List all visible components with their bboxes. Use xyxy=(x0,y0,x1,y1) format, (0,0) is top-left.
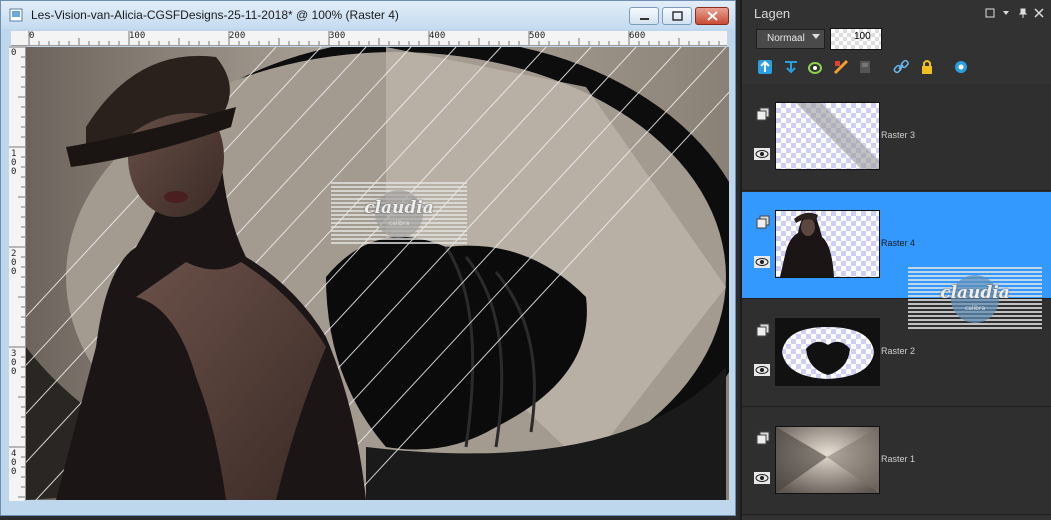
vertical-ruler: 0 1 0 0 2 0 0 3 0 0 4 0 0 xyxy=(9,46,26,501)
raster-layer-icon xyxy=(756,323,770,337)
ruler-label: 100 xyxy=(129,31,146,41)
window-titlebar[interactable]: Les-Vision-van-Alicia-CGSFDesigns-25-11-… xyxy=(1,1,735,29)
visibility-eye-icon[interactable] xyxy=(754,148,770,160)
layer-name: Raster 1 xyxy=(881,454,916,464)
close-icon xyxy=(707,11,718,21)
layer-name: Raster 4 xyxy=(881,238,916,248)
layer-row-raster-1[interactable]: Raster 1 xyxy=(742,408,1051,515)
watermark-text: claudia xyxy=(940,283,1010,303)
properties-icon[interactable] xyxy=(952,58,970,76)
float-panel-icon[interactable] xyxy=(985,8,995,18)
minimize-icon xyxy=(640,18,649,20)
watermark-subtext: calibra xyxy=(388,220,410,227)
layer-thumbnail xyxy=(775,102,880,170)
artwork xyxy=(26,47,729,500)
maximize-button[interactable] xyxy=(662,7,692,25)
ruler-label: 2 0 0 xyxy=(11,249,17,277)
chevron-down-icon xyxy=(812,34,820,39)
dropdown-icon[interactable] xyxy=(1001,8,1011,18)
layer-thumbnail xyxy=(775,426,880,494)
raster-layer-icon xyxy=(756,107,770,121)
horizontal-ruler: 0 100 200 300 400 500 600 xyxy=(11,31,727,46)
layers-panel: Lagen Normaal 100 Raster 3 Raster 4 Rast… xyxy=(740,0,1051,520)
minimize-button[interactable] xyxy=(629,7,659,25)
opacity-field[interactable]: 100 xyxy=(830,28,882,50)
mask-layer-icon[interactable] xyxy=(806,58,824,76)
layer-thumbnail xyxy=(775,318,880,386)
ruler-label: 3 0 0 xyxy=(11,349,17,377)
blend-mode-select[interactable]: Normaal xyxy=(756,29,825,49)
lock-icon[interactable] xyxy=(918,58,936,76)
layer-thumbnail xyxy=(775,210,880,278)
visibility-eye-icon[interactable] xyxy=(754,364,770,376)
layer-name: Raster 2 xyxy=(881,346,916,356)
thumbnail-art xyxy=(776,427,879,493)
visibility-eye-icon[interactable] xyxy=(754,256,770,268)
pin-icon[interactable] xyxy=(1018,8,1028,18)
watermark: claudia calibra xyxy=(908,267,1042,331)
window-bottom-edge xyxy=(1,501,735,515)
close-panel-icon[interactable] xyxy=(1034,8,1044,18)
ruler-label: 300 xyxy=(329,31,346,41)
thumbnail-art xyxy=(796,103,879,169)
adjustment-layer-icon[interactable] xyxy=(832,58,850,76)
raster-layer-icon xyxy=(756,431,770,445)
watermark-text: claudia xyxy=(364,198,434,218)
ruler-label: 0 xyxy=(11,48,17,58)
ruler-label: 500 xyxy=(529,31,546,41)
panel-title: Lagen xyxy=(754,6,791,21)
ruler-label: 1 0 0 xyxy=(11,149,17,177)
visibility-eye-icon[interactable] xyxy=(754,472,770,484)
ruler-label: 200 xyxy=(229,31,246,41)
layer-row-raster-3[interactable]: Raster 3 xyxy=(742,84,1051,191)
watermark-subtext: calibra xyxy=(964,305,986,312)
opacity-value: 100 xyxy=(854,31,871,42)
image-canvas[interactable]: claudia calibra xyxy=(26,47,729,500)
layers-toolbar xyxy=(750,56,1050,80)
watermark: claudia calibra xyxy=(331,182,467,246)
thumbnail-art xyxy=(780,212,834,277)
ruler-label: 0 xyxy=(29,31,35,41)
ruler-label: 4 0 0 xyxy=(11,449,17,477)
ruler-label: 600 xyxy=(629,31,646,41)
window-title: Les-Vision-van-Alicia-CGSFDesigns-25-11-… xyxy=(31,8,399,22)
app-icon xyxy=(9,8,23,22)
maximize-icon xyxy=(672,11,683,21)
new-raster-layer-icon[interactable] xyxy=(756,58,774,76)
ruler-label: 400 xyxy=(429,31,446,41)
blend-mode-value: Normaal xyxy=(767,33,805,44)
ruler-ticks xyxy=(28,31,720,45)
link-icon[interactable] xyxy=(892,58,910,76)
layer-name: Raster 3 xyxy=(881,130,916,140)
raster-layer-icon xyxy=(756,215,770,229)
thumbnail-art xyxy=(776,319,879,385)
image-window: Les-Vision-van-Alicia-CGSFDesigns-25-11-… xyxy=(0,0,736,516)
art-layer-icon[interactable] xyxy=(856,58,874,76)
new-vector-layer-icon[interactable] xyxy=(782,58,800,76)
close-button[interactable] xyxy=(695,7,729,25)
